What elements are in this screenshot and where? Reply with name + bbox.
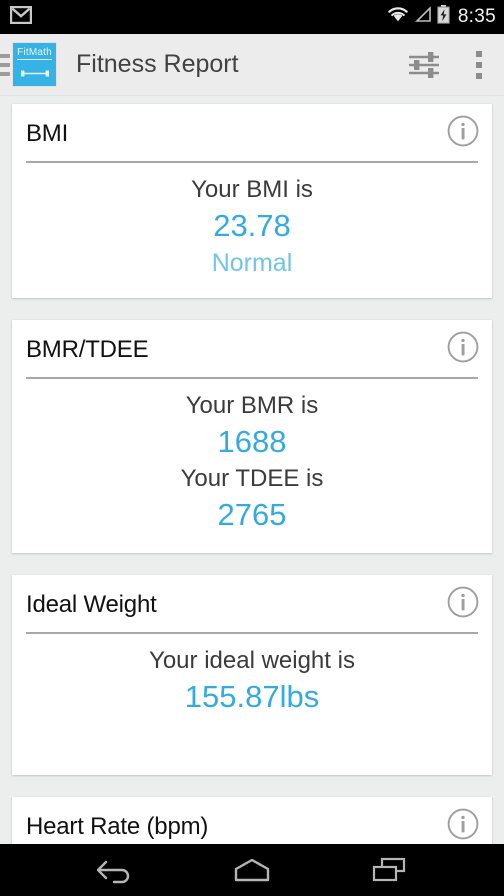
barbell-icon xyxy=(20,65,50,83)
back-arrow-icon[interactable] xyxy=(80,848,150,892)
card-bmi: BMI Your BMI is 23.78 Normal xyxy=(12,104,492,298)
card-title: Ideal Weight xyxy=(26,590,157,618)
card-header: BMI xyxy=(12,104,492,159)
ideal-weight-value: 155.87lbs xyxy=(184,679,320,714)
cell-signal-icon xyxy=(414,6,432,28)
card-header: Ideal Weight xyxy=(12,575,492,630)
app-bar-actions xyxy=(406,47,490,83)
card-ideal-weight: Ideal Weight Your ideal weight is 155.87… xyxy=(12,575,492,775)
hamburger-menu-icon[interactable] xyxy=(0,53,10,76)
bmr-value: 1688 xyxy=(217,424,287,459)
card-header: BMR/TDEE xyxy=(12,320,492,375)
card-title: Heart Rate (bpm) xyxy=(26,812,209,840)
overflow-menu-icon[interactable] xyxy=(468,47,490,83)
card-heart-rate: Heart Rate (bpm) Max Heart Rate 191 xyxy=(12,797,492,844)
report-scroll-area[interactable]: BMI Your BMI is 23.78 Normal BMR/TDEE Yo… xyxy=(0,96,504,844)
home-icon[interactable] xyxy=(217,848,287,892)
app-logo[interactable]: FitMath xyxy=(13,43,56,86)
card-title: BMI xyxy=(26,119,69,147)
bmi-label: Your BMI is xyxy=(191,176,313,203)
info-icon[interactable] xyxy=(446,114,480,153)
tune-sliders-icon[interactable] xyxy=(406,50,442,80)
info-icon[interactable] xyxy=(446,807,480,844)
status-bar-system-icons: 8:35 xyxy=(387,5,496,29)
card-body: Your BMI is 23.78 Normal xyxy=(12,163,492,294)
status-bar: 8:35 xyxy=(0,0,504,34)
bmi-value: 23.78 xyxy=(213,208,291,243)
info-icon[interactable] xyxy=(446,585,480,624)
card-body: Your ideal weight is 155.87lbs xyxy=(12,634,492,771)
card-title: BMR/TDEE xyxy=(26,335,149,363)
bmi-category: Normal xyxy=(211,249,293,277)
app-logo-label: FitMath xyxy=(17,46,52,60)
ideal-weight-label: Your ideal weight is xyxy=(149,647,355,674)
info-icon[interactable] xyxy=(446,330,480,369)
card-bmr-tdee: BMR/TDEE Your BMR is 1688 Your TDEE is 2… xyxy=(12,320,492,553)
card-header: Heart Rate (bpm) xyxy=(12,797,492,844)
tdee-label: Your TDEE is xyxy=(180,465,324,492)
page-title: Fitness Report xyxy=(76,50,239,78)
battery-charging-icon xyxy=(437,5,450,29)
card-body: Your BMR is 1688 Your TDEE is 2765 xyxy=(12,379,492,549)
bmr-label: Your BMR is xyxy=(185,392,319,419)
system-nav-bar xyxy=(0,844,504,896)
wifi-icon xyxy=(387,6,409,28)
recent-apps-icon[interactable] xyxy=(354,848,424,892)
app-bar: FitMath Fitness Report xyxy=(0,34,504,96)
gmail-icon xyxy=(9,5,33,29)
tdee-value: 2765 xyxy=(217,497,287,532)
status-bar-clock: 8:35 xyxy=(457,6,496,27)
status-bar-notifications xyxy=(9,5,33,29)
